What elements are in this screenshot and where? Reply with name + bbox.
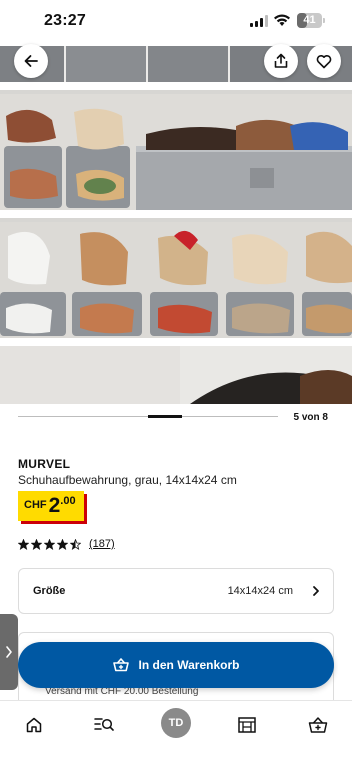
price-cents: .00 — [60, 495, 76, 507]
share-icon — [274, 53, 288, 68]
review-count-link[interactable]: (187) — [89, 538, 115, 550]
gallery-progress-thumb — [148, 415, 182, 418]
chevron-right-icon — [6, 646, 12, 658]
gallery-progress-track — [18, 415, 278, 418]
battery-icon: 41 — [297, 13, 325, 28]
bottom-navigation: TD — [0, 700, 352, 768]
star-icon — [57, 538, 68, 550]
home-icon — [26, 717, 42, 733]
product-name: MURVEL — [18, 457, 71, 471]
cellular-signal-icon — [250, 15, 268, 27]
status-time: 23:27 — [44, 12, 86, 29]
battery-level: 41 — [303, 14, 316, 26]
share-button[interactable] — [264, 44, 298, 78]
star-icon — [18, 538, 29, 550]
arrow-left-icon — [24, 55, 38, 67]
star-icon — [31, 538, 42, 550]
status-bar: 23:27 41 — [0, 0, 352, 46]
chevron-right-icon — [313, 586, 319, 596]
gallery-counter: 5 von 8 — [293, 412, 328, 423]
nav-store[interactable] — [233, 711, 261, 739]
nav-home[interactable] — [20, 711, 48, 739]
nav-profile-avatar[interactable]: TD — [161, 708, 191, 738]
product-image[interactable] — [0, 46, 352, 404]
heart-icon — [316, 54, 332, 68]
add-to-cart-button[interactable]: In den Warenkorb — [18, 642, 334, 688]
size-selector[interactable]: Größe 14x14x24 cm — [18, 568, 334, 614]
side-drawer-handle[interactable] — [0, 614, 18, 690]
favorite-button[interactable] — [307, 44, 341, 78]
shopping-basket-icon — [112, 658, 129, 672]
star-icon — [44, 538, 55, 550]
rating-stars — [18, 538, 83, 550]
price-currency: CHF — [24, 499, 47, 511]
shopping-basket-icon — [308, 717, 328, 733]
store-icon — [238, 717, 256, 733]
search-list-icon — [94, 718, 114, 731]
product-photo-illustration — [0, 46, 352, 404]
nav-cart[interactable] — [304, 711, 332, 739]
back-button[interactable] — [14, 44, 48, 78]
size-value: 14x14x24 cm — [227, 585, 293, 597]
star-icon — [70, 538, 81, 550]
size-label: Größe — [33, 585, 66, 597]
nav-search[interactable] — [90, 711, 118, 739]
product-description: Schuhaufbewahrung, grau, 14x14x24 cm — [18, 473, 237, 487]
price-tag: CHF 2 .00 — [18, 491, 84, 521]
price-main: 2 — [48, 494, 61, 517]
wifi-icon — [274, 14, 290, 26]
rating-row[interactable]: (187) — [18, 537, 115, 551]
add-to-cart-label: In den Warenkorb — [138, 658, 240, 672]
